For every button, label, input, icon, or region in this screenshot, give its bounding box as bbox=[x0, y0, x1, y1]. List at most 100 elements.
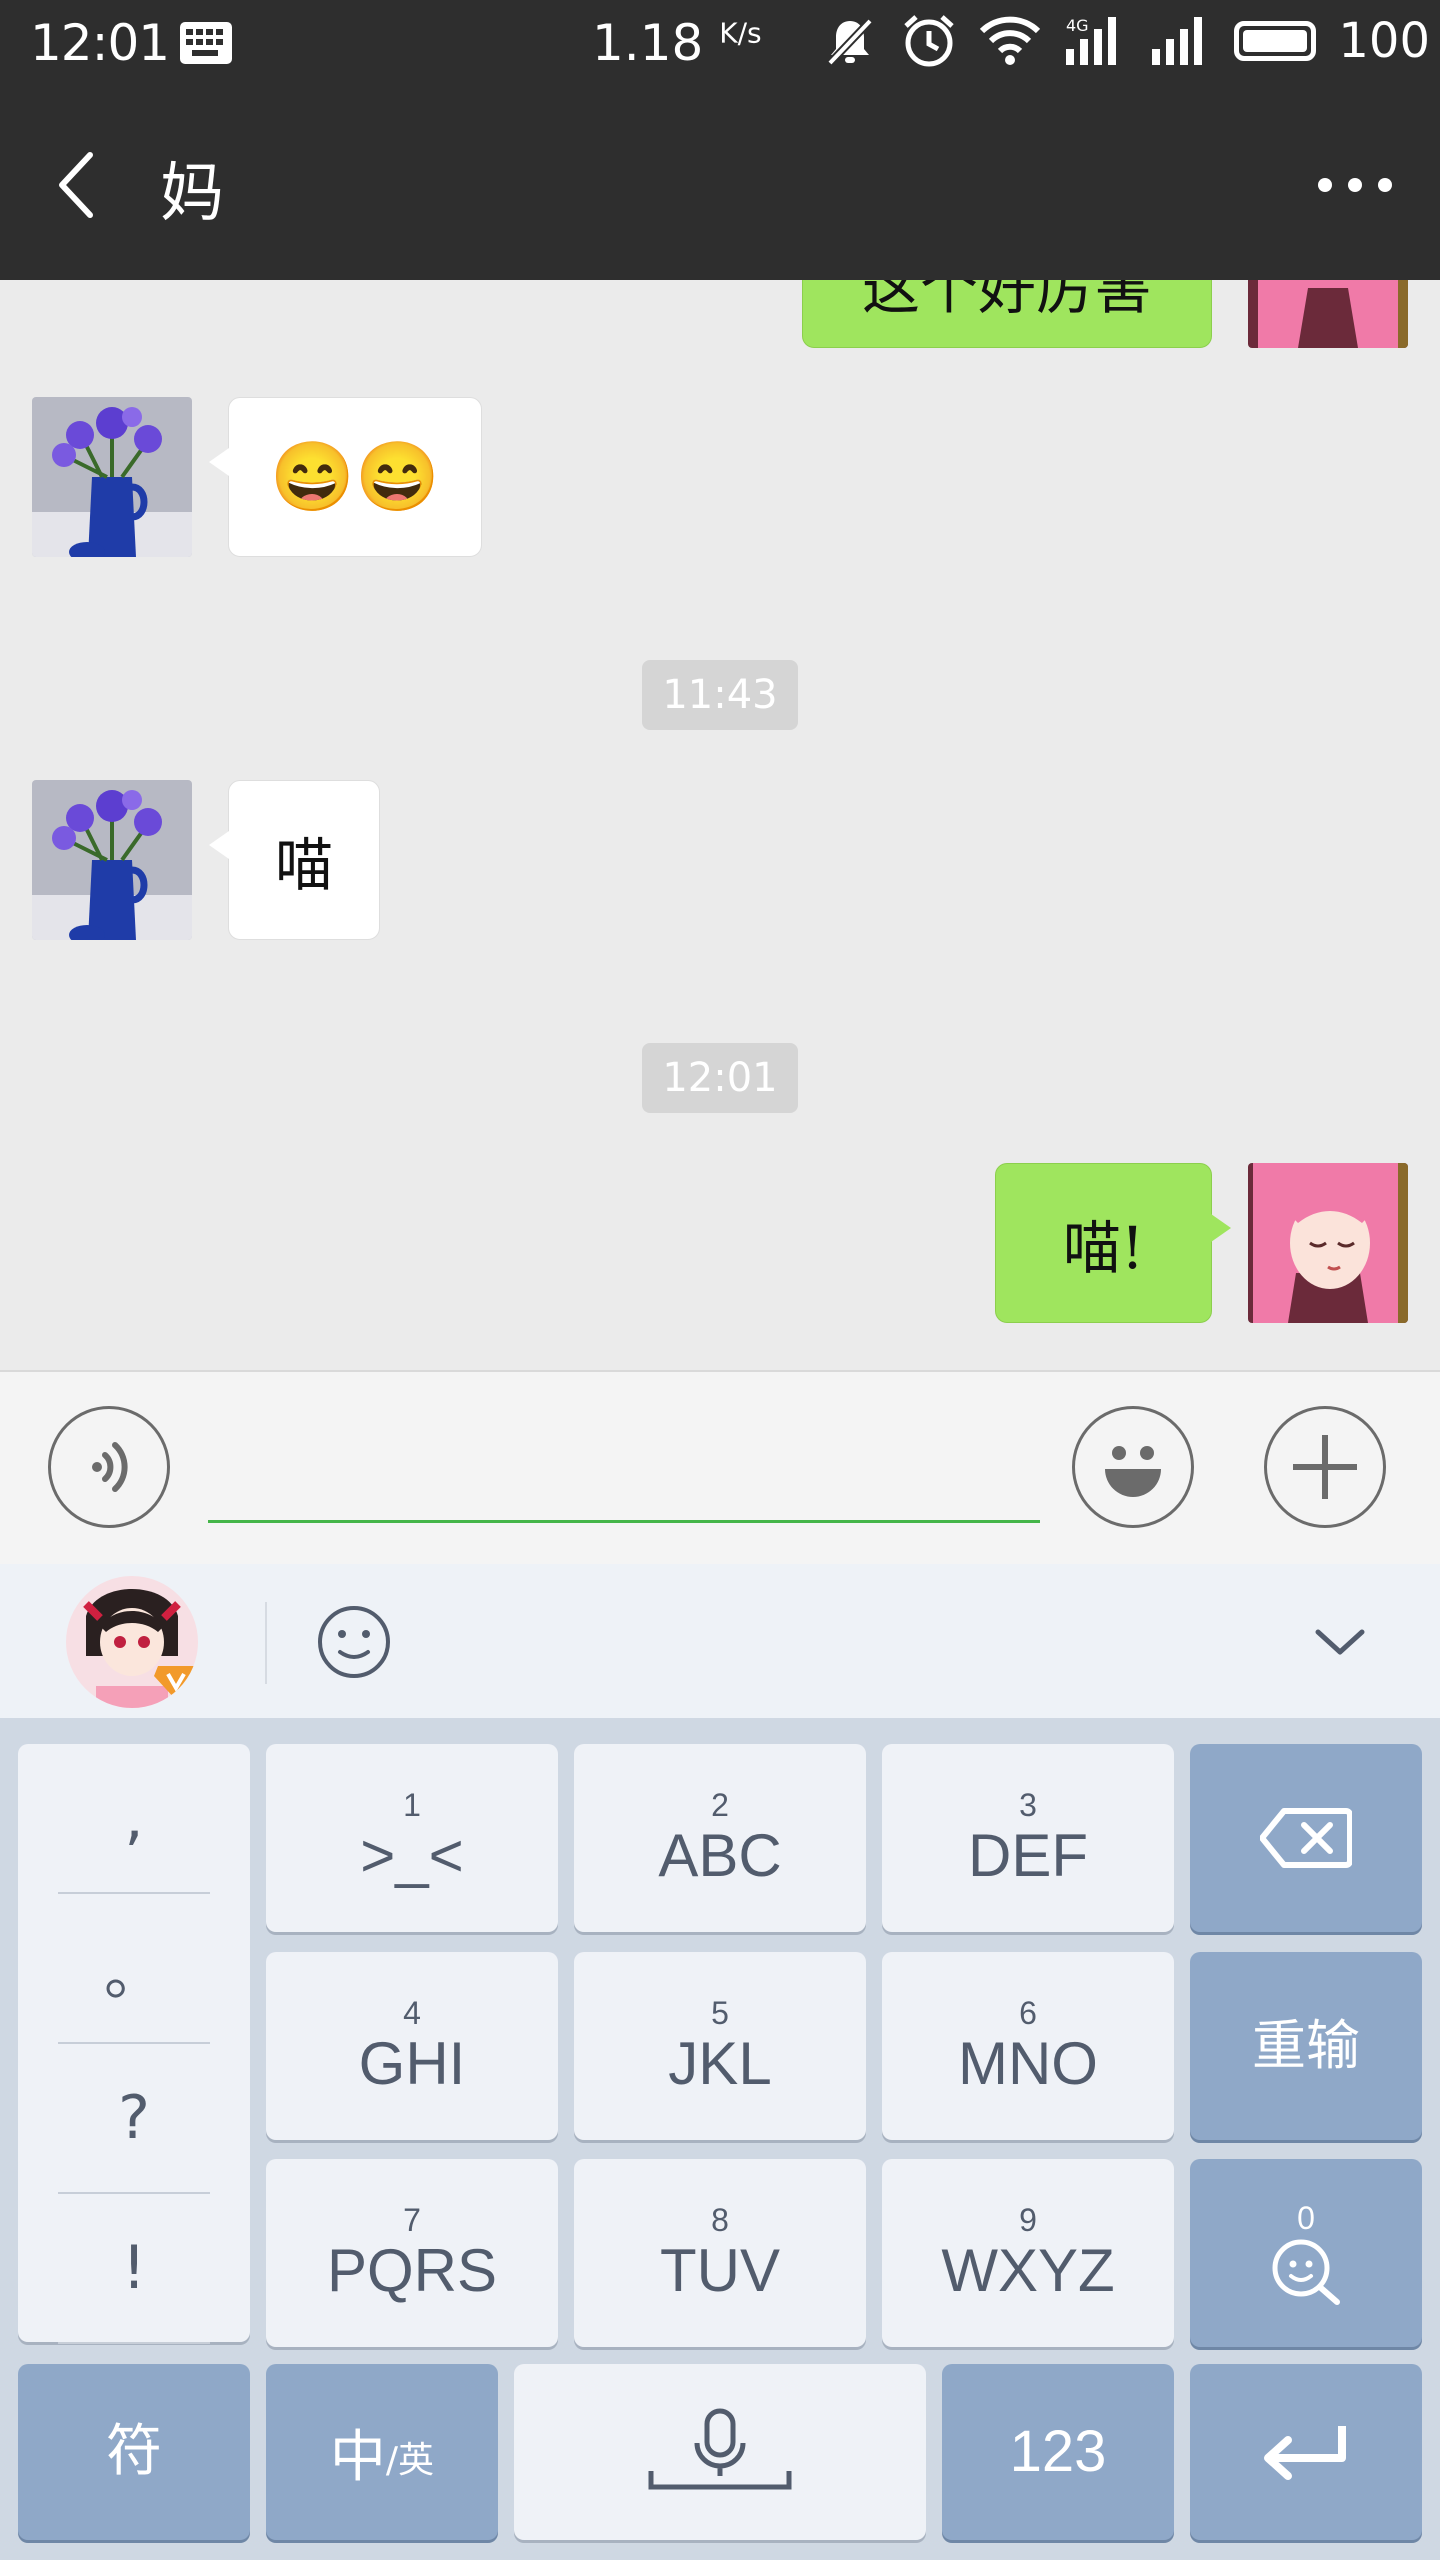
emoji-panel-icon[interactable] bbox=[314, 1602, 394, 1682]
numbers-key[interactable]: 123 bbox=[942, 2364, 1174, 2540]
key-letters: >_< bbox=[360, 1822, 464, 1889]
battery-level: 100 bbox=[1338, 13, 1430, 69]
message-text: 喵! bbox=[1062, 1214, 1145, 1282]
input-bar bbox=[0, 1370, 1440, 1566]
voice-icon bbox=[92, 1442, 128, 1492]
message-list[interactable]: 这个好厉害 😄😄 11:43 喵 12:01 喵! bbox=[0, 280, 1440, 1370]
key-letters: WXYZ bbox=[941, 2237, 1115, 2304]
collapse-keyboard-icon[interactable] bbox=[1310, 1620, 1370, 1664]
iris-flowers-avatar-icon bbox=[32, 397, 192, 557]
status-time: 12:01 bbox=[30, 14, 170, 72]
key-letters: JKL bbox=[668, 2030, 772, 2097]
search-smiley-icon bbox=[1272, 2239, 1340, 2305]
key-number: 8 bbox=[711, 2202, 729, 2238]
enter-key[interactable] bbox=[1190, 2364, 1422, 2540]
key-3[interactable]: 3 DEF bbox=[882, 1744, 1174, 1932]
network-speed-value: 1.18 bbox=[592, 14, 704, 72]
punct-exclamation[interactable]: ! bbox=[58, 2194, 210, 2344]
timestamp: 11:43 bbox=[642, 660, 798, 730]
status-bar: 12:01 1.18 K/s 4G 100 bbox=[0, 0, 1440, 90]
message-text: 😄😄 bbox=[270, 438, 440, 517]
key-number: 6 bbox=[1019, 1995, 1037, 2031]
key-number: 0 bbox=[1297, 2200, 1315, 2236]
key-7[interactable]: 7 PQRS bbox=[266, 2159, 558, 2347]
keyboard-indicator-icon bbox=[180, 22, 232, 64]
smiley-icon bbox=[1105, 1446, 1161, 1497]
key-letters: GHI bbox=[358, 2030, 466, 2097]
voice-input-button[interactable] bbox=[48, 1406, 170, 1528]
punct-period[interactable]: 。 bbox=[58, 1894, 210, 2044]
key-number: 3 bbox=[1019, 1787, 1037, 1823]
network-speed-unit: K/s bbox=[719, 16, 762, 50]
key-0-search[interactable]: 0 bbox=[1190, 2159, 1422, 2347]
timestamp: 12:01 bbox=[642, 1043, 798, 1113]
signal-4g-icon: 4G bbox=[1066, 16, 1117, 65]
key-number: 5 bbox=[711, 1995, 729, 2031]
language-main: 中 bbox=[329, 2424, 386, 2490]
toolbar-divider bbox=[265, 1602, 267, 1684]
reenter-key[interactable]: 重输 bbox=[1190, 1952, 1422, 2140]
my-avatar[interactable] bbox=[1248, 280, 1408, 348]
key-number: 7 bbox=[403, 2202, 421, 2238]
svg-text:4G: 4G bbox=[1066, 16, 1089, 35]
symbols-label: 符 bbox=[106, 2419, 162, 2484]
key-5[interactable]: 5 JKL bbox=[574, 1952, 866, 2140]
microphone-icon bbox=[648, 2408, 792, 2490]
more-options-icon[interactable] bbox=[1310, 165, 1400, 205]
punct-question[interactable]: ? bbox=[58, 2044, 210, 2194]
backspace-icon bbox=[1260, 1808, 1352, 1868]
alarm-icon bbox=[904, 15, 955, 67]
my-avatar[interactable] bbox=[1248, 1163, 1408, 1323]
punct-comma[interactable]: , bbox=[58, 1744, 210, 1894]
key-8[interactable]: 8 TUV bbox=[574, 2159, 866, 2347]
symbols-key[interactable]: 符 bbox=[18, 2364, 250, 2540]
key-6[interactable]: 6 MNO bbox=[882, 1952, 1174, 2140]
key-9[interactable]: 9 WXYZ bbox=[882, 2159, 1174, 2347]
emoji-button[interactable] bbox=[1072, 1406, 1194, 1528]
ime-skin-avatar[interactable] bbox=[66, 1576, 198, 1708]
key-letters: ABC bbox=[658, 1822, 782, 1889]
ime-toolbar bbox=[0, 1564, 1440, 1718]
key-number: 9 bbox=[1019, 2202, 1037, 2238]
key-number: 4 bbox=[403, 1995, 421, 2031]
message-bubble-received[interactable]: 喵 bbox=[209, 780, 380, 940]
contact-avatar[interactable] bbox=[32, 780, 192, 940]
wifi-icon bbox=[980, 16, 1041, 65]
iris-flowers-avatar-icon bbox=[32, 780, 192, 940]
back-arrow-icon[interactable] bbox=[50, 145, 110, 225]
chat-title: 妈 bbox=[160, 157, 224, 231]
space-voice-key[interactable] bbox=[514, 2364, 926, 2540]
signal-icon bbox=[1152, 17, 1203, 65]
reenter-label: 重输 bbox=[1252, 2014, 1360, 2077]
vip-badge-icon bbox=[154, 1666, 198, 1700]
message-bubble-received[interactable]: 😄😄 bbox=[209, 397, 482, 557]
mute-bell-icon bbox=[827, 18, 874, 66]
input-underline bbox=[208, 1520, 1040, 1523]
backspace-key[interactable] bbox=[1190, 1744, 1422, 1932]
key-1[interactable]: 1 >_< bbox=[266, 1744, 558, 1932]
language-switch-key[interactable]: 中 /英 bbox=[266, 2364, 498, 2540]
chat-header: 妈 bbox=[0, 90, 1440, 280]
status-icons: 4G 100 bbox=[822, 12, 1430, 70]
message-bubble-sent[interactable]: 喵! bbox=[995, 1163, 1231, 1323]
key-letters: DEF bbox=[968, 1822, 1088, 1889]
key-letters: TUV bbox=[660, 2237, 780, 2304]
battery-icon bbox=[1234, 21, 1317, 61]
more-functions-button[interactable] bbox=[1264, 1406, 1386, 1528]
message-input[interactable] bbox=[208, 1412, 1040, 1520]
key-4[interactable]: 4 GHI bbox=[266, 1952, 558, 2140]
enter-arrow-icon bbox=[1264, 2426, 1346, 2480]
contact-avatar[interactable] bbox=[32, 397, 192, 557]
punctuation-column[interactable]: , 。 ? ! bbox=[18, 1744, 250, 2344]
key-number: 2 bbox=[711, 1787, 729, 1823]
plus-icon bbox=[1293, 1435, 1357, 1499]
key-2[interactable]: 2 ABC bbox=[574, 1744, 866, 1932]
anime-girl-avatar-icon bbox=[1248, 280, 1408, 348]
language-alt: /英 bbox=[385, 2440, 435, 2481]
message-bubble-sent[interactable]: 这个好厉害 bbox=[802, 280, 1212, 348]
anime-girl-avatar-icon bbox=[1248, 1163, 1408, 1323]
key-letters: MNO bbox=[958, 2030, 1098, 2097]
message-text: 喵 bbox=[274, 831, 333, 899]
network-speed: 1.18 K/s bbox=[592, 14, 762, 72]
key-number: 1 bbox=[403, 1787, 421, 1823]
